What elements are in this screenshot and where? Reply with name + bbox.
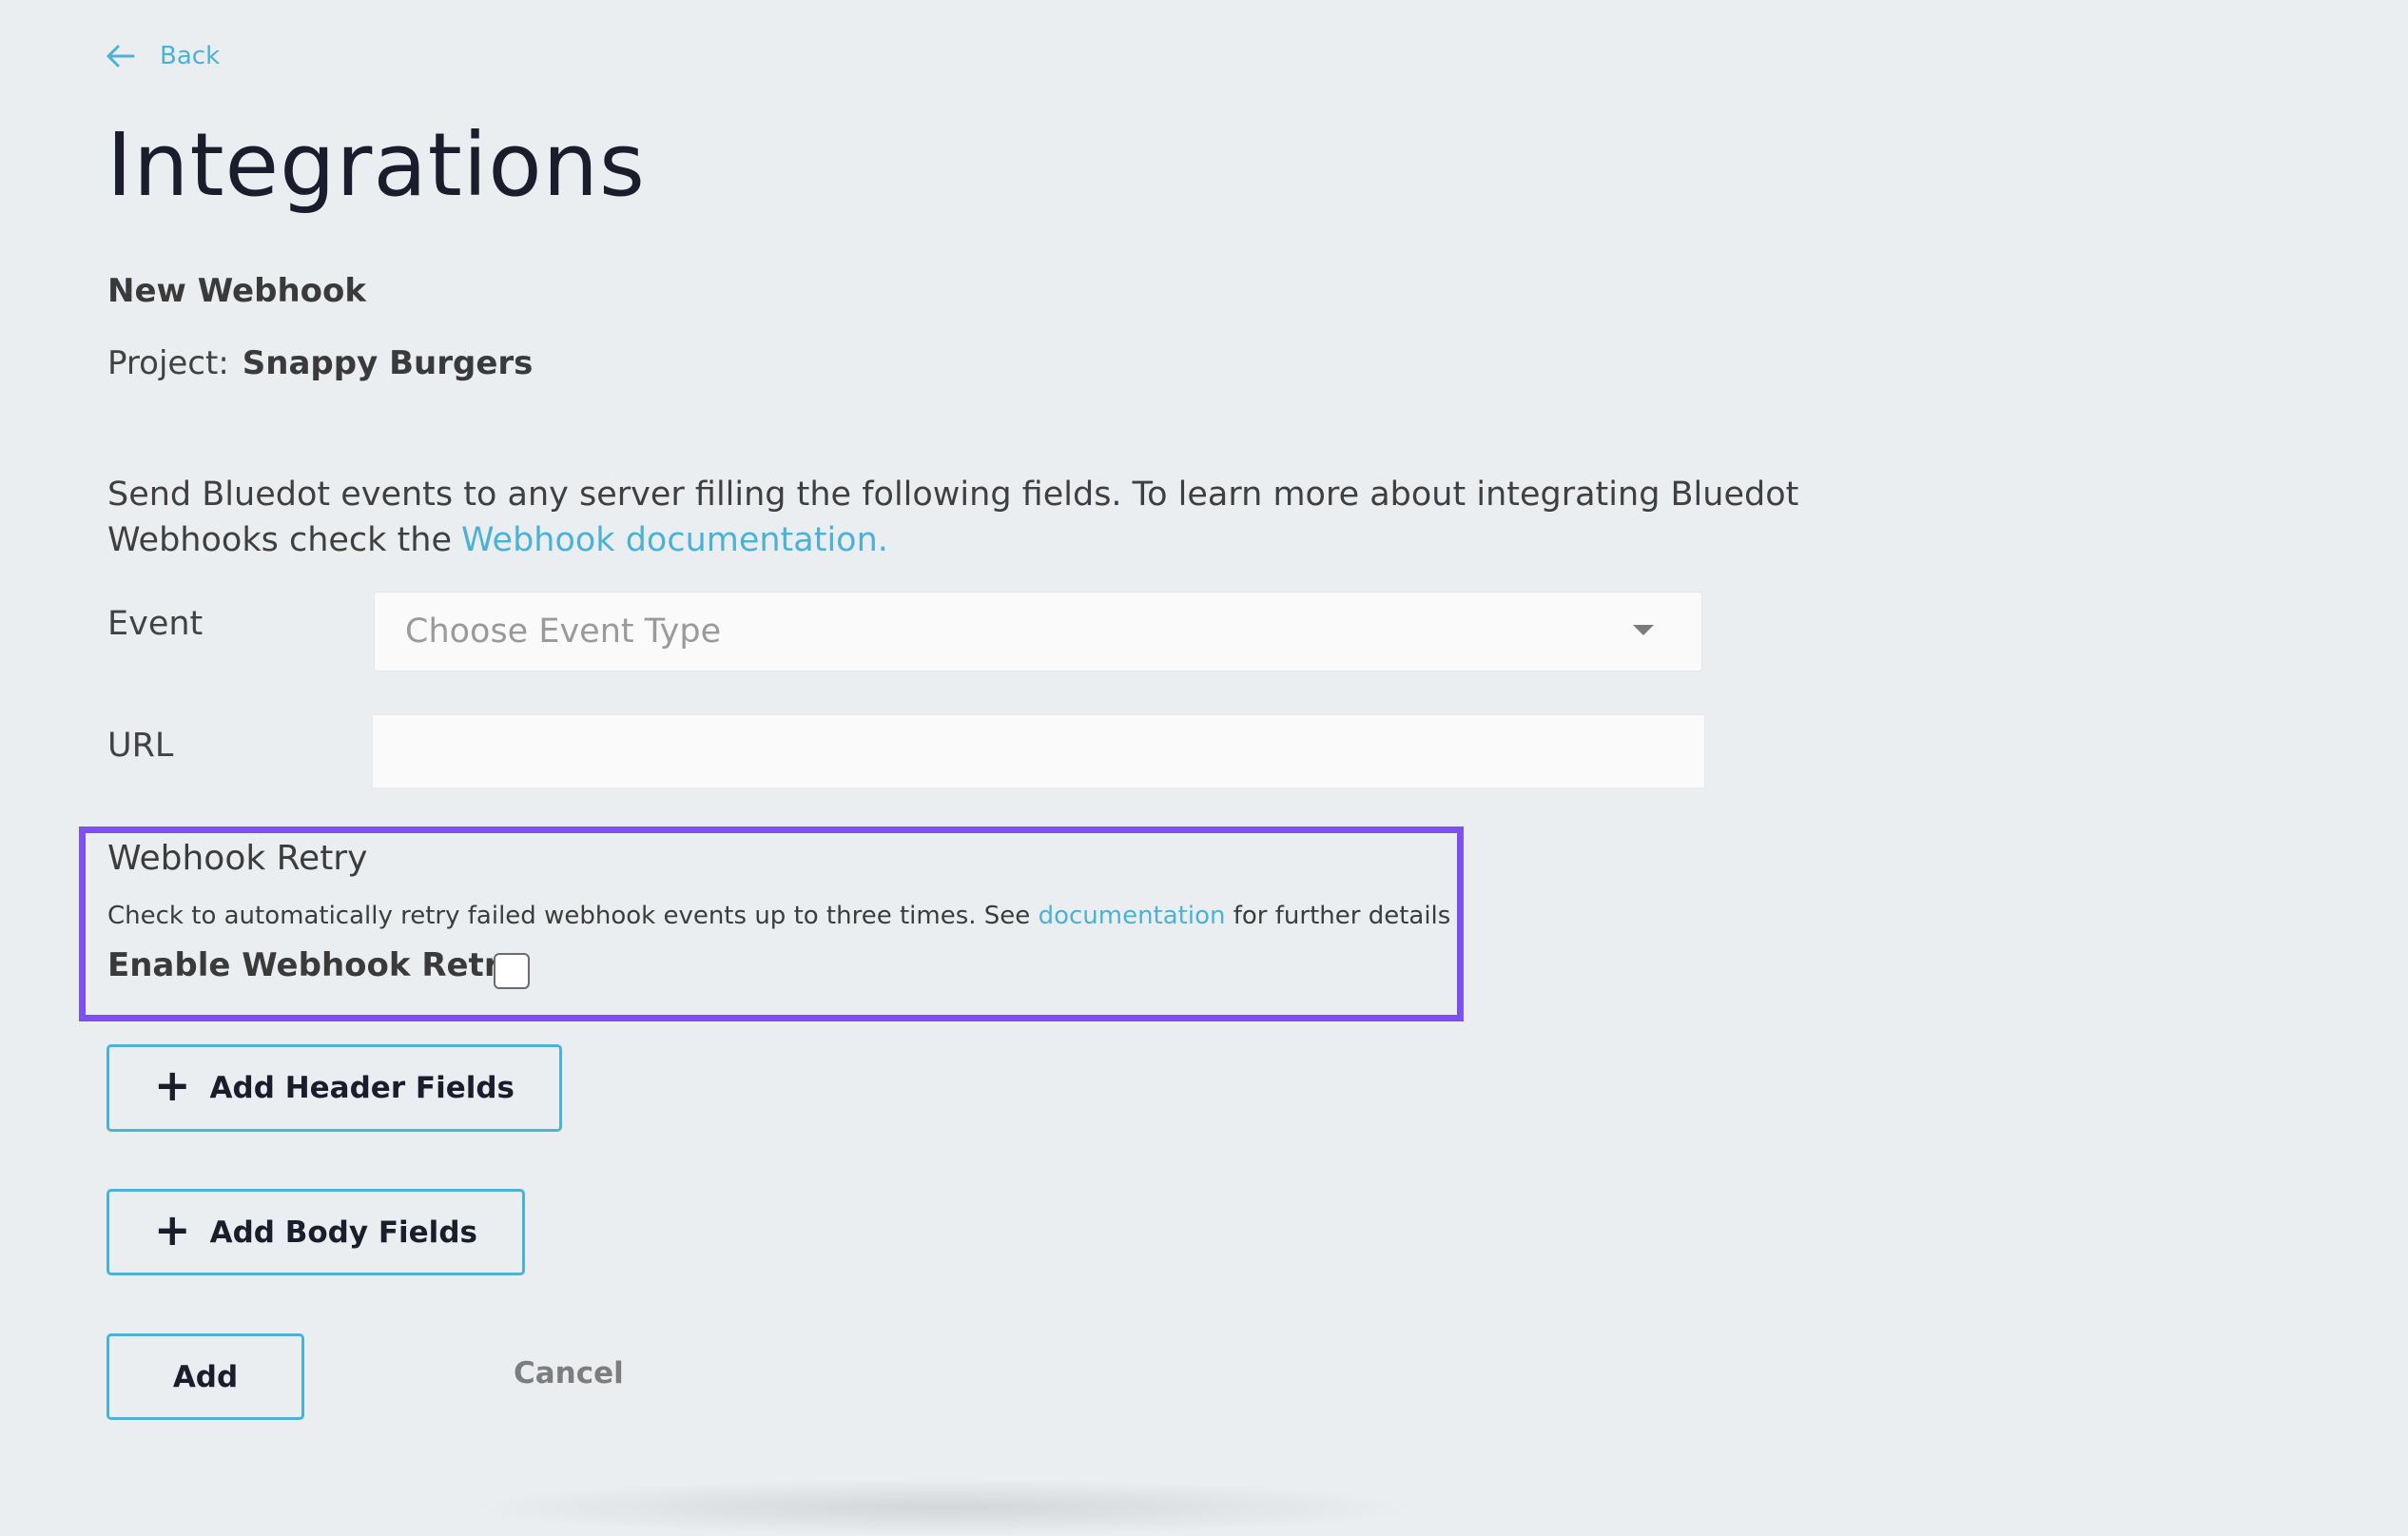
- arrow-left-icon: [107, 45, 135, 68]
- plus-icon: +: [154, 1060, 191, 1111]
- back-label: Back: [160, 42, 221, 70]
- enable-webhook-retry-label: Enable Webhook Retry: [107, 946, 521, 984]
- webhook-retry-title: Webhook Retry: [107, 839, 368, 878]
- event-type-select[interactable]: Choose Event Type: [374, 592, 1702, 671]
- description-text: Send Bluedot events to any server fillin…: [107, 476, 1799, 559]
- page-title: Integrations: [107, 114, 646, 216]
- form-subtitle: New Webhook: [107, 272, 366, 310]
- plus-icon: +: [154, 1203, 191, 1255]
- url-label: URL: [107, 727, 174, 765]
- description: Send Bluedot events to any server fillin…: [107, 472, 1933, 563]
- project-row: Project: Snappy Burgers: [107, 344, 533, 382]
- bottom-shadow: [456, 1479, 1427, 1536]
- url-input[interactable]: [372, 714, 1705, 788]
- add-button-label: Add: [172, 1359, 239, 1394]
- cancel-button[interactable]: Cancel: [514, 1356, 624, 1390]
- add-body-fields-label: Add Body Fields: [209, 1215, 477, 1250]
- caret-down-icon: [1633, 625, 1654, 635]
- event-type-placeholder: Choose Event Type: [405, 612, 722, 651]
- retry-description-before: Check to automatically retry failed webh…: [107, 902, 1039, 930]
- back-link[interactable]: Back: [105, 40, 220, 72]
- add-button[interactable]: Add: [107, 1333, 304, 1420]
- add-header-fields-button[interactable]: + Add Header Fields: [107, 1044, 562, 1132]
- add-body-fields-button[interactable]: + Add Body Fields: [107, 1189, 525, 1275]
- webhook-retry-description: Check to automatically retry failed webh…: [107, 902, 1450, 930]
- retry-documentation-link[interactable]: documentation: [1039, 902, 1226, 930]
- project-label: Project:: [107, 344, 229, 382]
- retry-description-after: for further details: [1225, 902, 1451, 930]
- enable-webhook-retry-checkbox[interactable]: [494, 953, 530, 989]
- event-label: Event: [107, 605, 204, 643]
- webhook-documentation-link[interactable]: Webhook documentation.: [461, 521, 888, 559]
- project-name: Snappy Burgers: [242, 344, 534, 382]
- add-header-fields-label: Add Header Fields: [209, 1071, 515, 1105]
